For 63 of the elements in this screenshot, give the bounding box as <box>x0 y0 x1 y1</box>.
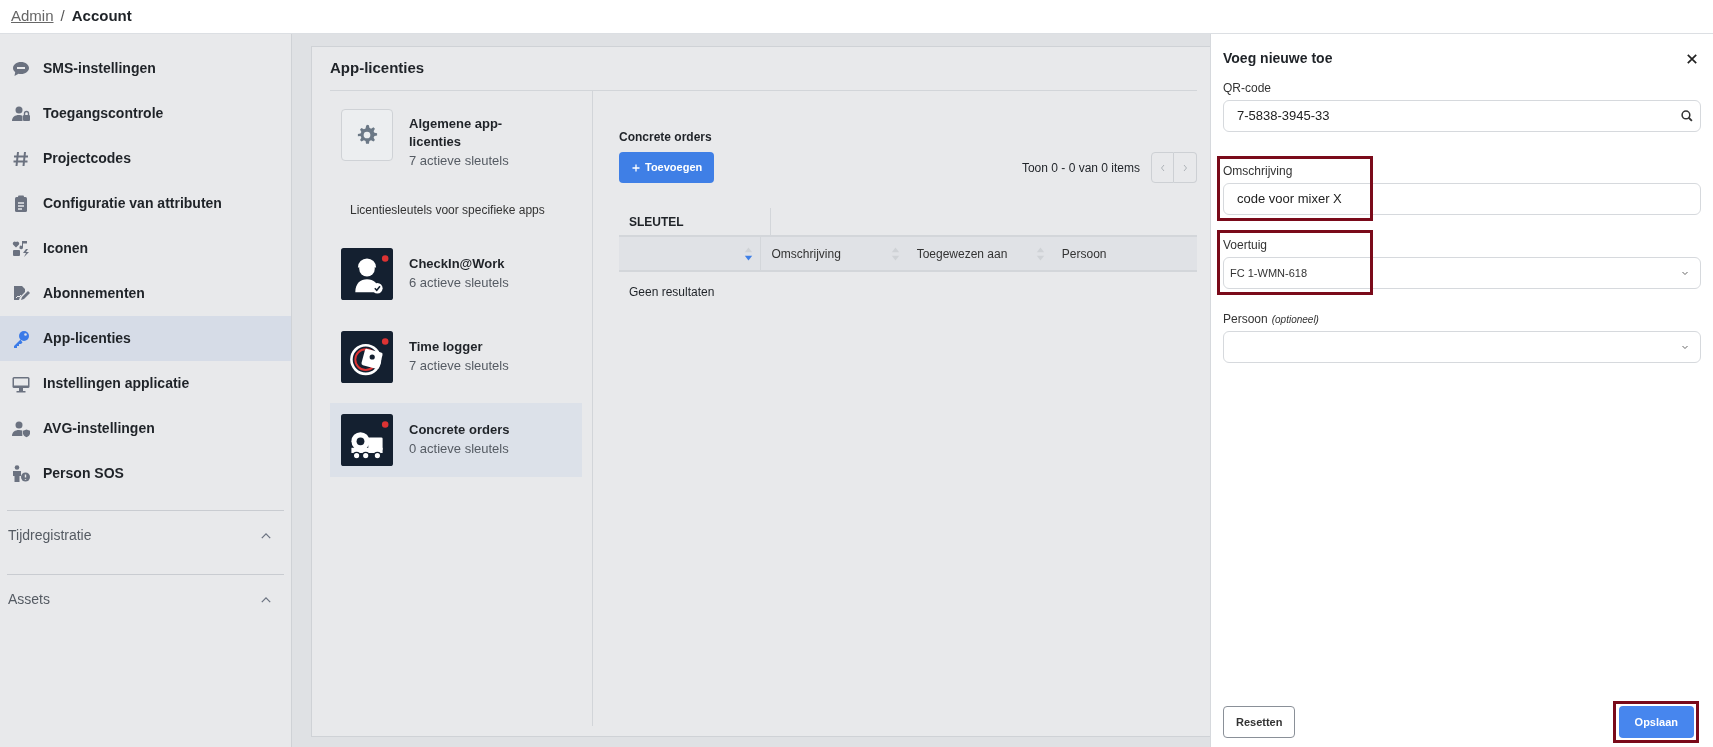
column-header[interactable]: Persoon <box>1061 244 1191 263</box>
shapes-icon <box>11 238 31 259</box>
field-label: Voertuig <box>1223 237 1269 250</box>
column-header[interactable]: Omschrijving <box>771 244 882 263</box>
app-logo-icon <box>341 248 393 300</box>
close-icon <box>1685 51 1699 66</box>
section-header[interactable]: Assets <box>0 575 291 624</box>
person-alert-icon <box>11 463 31 484</box>
gear-tile[interactable] <box>341 109 393 161</box>
select-field[interactable] <box>1223 331 1701 363</box>
app-list-item[interactable]: Time logger 7 actieve sleutels <box>330 320 582 394</box>
app-title: Algemene app-licenties <box>409 115 504 151</box>
field-label: QR-code <box>1223 80 1273 93</box>
column-group-header: SLEUTEL <box>629 213 684 231</box>
app-title: Concrete orders <box>409 421 510 439</box>
sidebar-item[interactable]: App-licenties <box>0 316 291 361</box>
select-field[interactable]: FC 1-WMN-618 <box>1223 257 1701 289</box>
search-icon <box>1680 109 1694 123</box>
field-hint: (optioneel) <box>1271 314 1319 325</box>
breadcrumb-link[interactable]: Admin <box>11 5 54 28</box>
sidebar-item[interactable]: Toegangscontrole <box>0 91 291 136</box>
app-list-item[interactable]: Concrete orders 0 actieve sleutels <box>330 403 582 477</box>
app-title: Time logger <box>409 338 484 356</box>
breadcrumb-current: Account <box>71 6 132 27</box>
key-icon <box>11 328 31 349</box>
detail-title: Concrete orders <box>619 129 713 146</box>
field-label: Persoon <box>1223 312 1268 326</box>
sidebar-item[interactable]: AVG-instellingen <box>0 406 291 451</box>
app-subtitle: 6 actieve sleutels <box>409 274 509 292</box>
app-subtitle: 0 actieve sleutels <box>409 440 510 458</box>
field-label: Omschrijving <box>1223 163 1294 176</box>
save-button[interactable]: Opslaan <box>1618 706 1694 738</box>
add-button[interactable]: Toevoegen <box>619 152 715 183</box>
sidebar-item[interactable]: Configuratie van attributen <box>0 181 291 226</box>
previous-page-button[interactable] <box>1151 152 1174 183</box>
breadcrumb-separator: / <box>60 6 65 27</box>
empty-message: Geen resultaten <box>628 284 716 301</box>
sidebar-item[interactable]: SMS-instellingen <box>0 46 291 91</box>
sidebar-item[interactable]: Abonnementen <box>0 271 291 316</box>
sidebar-item[interactable]: Person SOS <box>0 451 291 496</box>
input-field[interactable]: code voor mixer X <box>1223 183 1701 215</box>
panel-title: App-licenties <box>330 58 425 79</box>
sort-icon[interactable] <box>743 245 755 262</box>
plus-icon <box>631 162 641 173</box>
app-list-item[interactable]: CheckIn@Work 6 actieve sleutels <box>330 237 582 311</box>
sidebar-item[interactable]: Iconen <box>0 226 291 271</box>
pagination-text: Toon 0 - 0 van 0 items <box>1021 159 1140 177</box>
search-field[interactable]: 7-5838-3945-33 <box>1223 100 1701 132</box>
section-header[interactable]: Tijdregistratie <box>0 511 291 560</box>
app-title: CheckIn@Work <box>409 255 506 273</box>
app-subtitle: 7 actieve sleutels <box>409 152 510 170</box>
gear-icon <box>355 123 379 147</box>
section-label: Licentiesleutels voor specifieke apps <box>350 202 546 219</box>
app-logo-icon <box>341 414 393 466</box>
reset-button[interactable]: Resetten <box>1223 706 1296 738</box>
next-page-button[interactable] <box>1174 152 1197 183</box>
app-logo-icon <box>341 331 393 383</box>
column-header[interactable]: Toegewezen aan <box>916 244 1027 263</box>
drawer-title: Voeg nieuwe toe <box>1223 49 1333 68</box>
close-button[interactable] <box>1685 51 1699 66</box>
app-subtitle: 7 actieve sleutels <box>409 357 509 375</box>
sidebar-item[interactable]: Projectcodes <box>0 136 291 181</box>
sidebar-item[interactable]: Instellingen applicatie <box>0 361 291 406</box>
